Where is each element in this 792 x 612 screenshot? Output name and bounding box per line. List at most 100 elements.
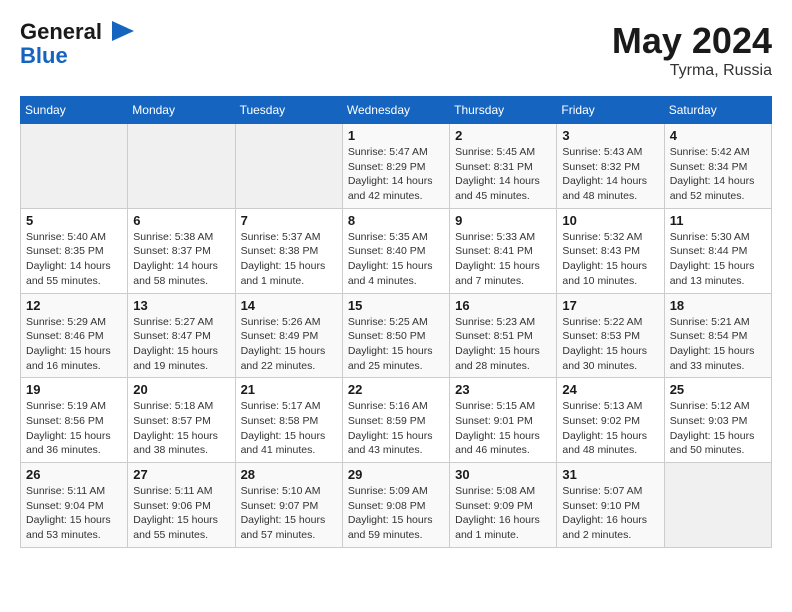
day-info: Sunrise: 5:42 AMSunset: 8:34 PMDaylight:…: [670, 145, 766, 204]
day-number: 4: [670, 128, 766, 143]
day-number: 18: [670, 298, 766, 313]
day-cell: 8 Sunrise: 5:35 AMSunset: 8:40 PMDaylight…: [342, 208, 449, 293]
day-number: 29: [348, 467, 444, 482]
header-thursday: Thursday: [450, 97, 557, 124]
calendar-location: Tyrma, Russia: [612, 62, 772, 80]
header-sunday: Sunday: [21, 97, 128, 124]
page-header: General Blue May 2024 Tyrma, Russia: [20, 20, 772, 80]
header-tuesday: Tuesday: [235, 97, 342, 124]
day-number: 24: [562, 382, 658, 397]
day-cell: 13Sunrise: 5:27 AMSunset: 8:47 PMDayligh…: [128, 293, 235, 378]
day-info: Sunrise: 5:29 AMSunset: 8:46 PMDaylight:…: [26, 315, 122, 374]
day-cell: [21, 124, 128, 209]
day-number: 23: [455, 382, 551, 397]
day-number: 7: [241, 213, 337, 228]
day-cell: 20 Sunrise: 5:18 AMSunset: 8:57 PMDayligh…: [128, 378, 235, 463]
day-info: Sunrise: 5:08 AMSunset: 9:09 PMDaylight:…: [455, 484, 551, 543]
day-cell: 12 Sunrise: 5:29 AMSunset: 8:46 PMDayligh…: [21, 293, 128, 378]
day-number: 28: [241, 467, 337, 482]
day-number: 19: [26, 382, 122, 397]
day-info: Sunrise: 5:30 AMSunset: 8:44 PMDaylight:…: [670, 230, 766, 289]
day-number: 2: [455, 128, 551, 143]
day-number: 27: [133, 467, 229, 482]
day-info: Sunrise: 5:21 AMSunset: 8:54 PMDaylight:…: [670, 315, 766, 374]
day-info: Sunrise: 5:11 AMSunset: 9:04 PMDaylight:…: [26, 484, 122, 543]
day-cell: 23 Sunrise: 5:15 AMSunset: 9:01 PMDayligh…: [450, 378, 557, 463]
day-cell: 11Sunrise: 5:30 AMSunset: 8:44 PMDayligh…: [664, 208, 771, 293]
day-number: 5: [26, 213, 122, 228]
week-row-5: 26 Sunrise: 5:11 AMSunset: 9:04 PMDayligh…: [21, 463, 772, 548]
day-info: Sunrise: 5:25 AMSunset: 8:50 PMDaylight:…: [348, 315, 444, 374]
day-cell: 3 Sunrise: 5:43 AMSunset: 8:32 PMDaylight…: [557, 124, 664, 209]
day-info: Sunrise: 5:37 AMSunset: 8:38 PMDaylight:…: [241, 230, 337, 289]
day-cell: 19Sunrise: 5:19 AMSunset: 8:56 PMDayligh…: [21, 378, 128, 463]
day-info: Sunrise: 5:09 AMSunset: 9:08 PMDaylight:…: [348, 484, 444, 543]
day-cell: 6 Sunrise: 5:38 AMSunset: 8:37 PMDaylight…: [128, 208, 235, 293]
logo-blue: Blue: [20, 44, 68, 68]
day-info: Sunrise: 5:35 AMSunset: 8:40 PMDaylight:…: [348, 230, 444, 289]
day-number: 6: [133, 213, 229, 228]
day-number: 17: [562, 298, 658, 313]
title-block: May 2024 Tyrma, Russia: [612, 20, 772, 80]
day-cell: 10Sunrise: 5:32 AMSunset: 8:43 PMDayligh…: [557, 208, 664, 293]
day-info: Sunrise: 5:12 AMSunset: 9:03 PMDaylight:…: [670, 399, 766, 458]
day-cell: [235, 124, 342, 209]
day-number: 9: [455, 213, 551, 228]
day-info: Sunrise: 5:17 AMSunset: 8:58 PMDaylight:…: [241, 399, 337, 458]
day-cell: 14Sunrise: 5:26 AMSunset: 8:49 PMDayligh…: [235, 293, 342, 378]
header-friday: Friday: [557, 97, 664, 124]
day-cell: 25 Sunrise: 5:12 AMSunset: 9:03 PMDayligh…: [664, 378, 771, 463]
day-info: Sunrise: 5:16 AMSunset: 8:59 PMDaylight:…: [348, 399, 444, 458]
day-info: Sunrise: 5:43 AMSunset: 8:32 PMDaylight:…: [562, 145, 658, 204]
day-info: Sunrise: 5:13 AMSunset: 9:02 PMDaylight:…: [562, 399, 658, 458]
day-info: Sunrise: 5:45 AMSunset: 8:31 PMDaylight:…: [455, 145, 551, 204]
calendar-header-row: Sunday Monday Tuesday Wednesday Thursday…: [21, 97, 772, 124]
day-info: Sunrise: 5:18 AMSunset: 8:57 PMDaylight:…: [133, 399, 229, 458]
day-info: Sunrise: 5:11 AMSunset: 9:06 PMDaylight:…: [133, 484, 229, 543]
day-info: Sunrise: 5:27 AMSunset: 8:47 PMDaylight:…: [133, 315, 229, 374]
day-cell: 22 Sunrise: 5:16 AMSunset: 8:59 PMDayligh…: [342, 378, 449, 463]
day-cell: 15 Sunrise: 5:25 AMSunset: 8:50 PMDayligh…: [342, 293, 449, 378]
day-cell: 7 Sunrise: 5:37 AMSunset: 8:38 PMDaylight…: [235, 208, 342, 293]
calendar-title: May 2024: [612, 20, 772, 62]
day-cell: 30Sunrise: 5:08 AMSunset: 9:09 PMDayligh…: [450, 463, 557, 548]
day-cell: 1 Sunrise: 5:47 AMSunset: 8:29 PMDaylight…: [342, 124, 449, 209]
day-info: Sunrise: 5:07 AMSunset: 9:10 PMDaylight:…: [562, 484, 658, 543]
day-cell: 9 Sunrise: 5:33 AMSunset: 8:41 PMDaylight…: [450, 208, 557, 293]
day-info: Sunrise: 5:10 AMSunset: 9:07 PMDaylight:…: [241, 484, 337, 543]
header-monday: Monday: [128, 97, 235, 124]
week-row-2: 5Sunrise: 5:40 AMSunset: 8:35 PMDaylight…: [21, 208, 772, 293]
day-info: Sunrise: 5:33 AMSunset: 8:41 PMDaylight:…: [455, 230, 551, 289]
day-info: Sunrise: 5:47 AMSunset: 8:29 PMDaylight:…: [348, 145, 444, 204]
day-number: 3: [562, 128, 658, 143]
day-number: 14: [241, 298, 337, 313]
day-info: Sunrise: 5:15 AMSunset: 9:01 PMDaylight:…: [455, 399, 551, 458]
day-number: 15: [348, 298, 444, 313]
day-cell: [664, 463, 771, 548]
day-number: 22: [348, 382, 444, 397]
day-number: 8: [348, 213, 444, 228]
day-cell: 18 Sunrise: 5:21 AMSunset: 8:54 PMDayligh…: [664, 293, 771, 378]
day-cell: 16Sunrise: 5:23 AMSunset: 8:51 PMDayligh…: [450, 293, 557, 378]
logo-text: General: [20, 20, 102, 44]
day-number: 20: [133, 382, 229, 397]
week-row-4: 19Sunrise: 5:19 AMSunset: 8:56 PMDayligh…: [21, 378, 772, 463]
header-wednesday: Wednesday: [342, 97, 449, 124]
day-info: Sunrise: 5:38 AMSunset: 8:37 PMDaylight:…: [133, 230, 229, 289]
header-saturday: Saturday: [664, 97, 771, 124]
day-number: 26: [26, 467, 122, 482]
day-info: Sunrise: 5:22 AMSunset: 8:53 PMDaylight:…: [562, 315, 658, 374]
day-number: 25: [670, 382, 766, 397]
day-number: 12: [26, 298, 122, 313]
day-number: 16: [455, 298, 551, 313]
day-number: 21: [241, 382, 337, 397]
day-cell: 29 Sunrise: 5:09 AMSunset: 9:08 PMDayligh…: [342, 463, 449, 548]
day-cell: 2 Sunrise: 5:45 AMSunset: 8:31 PMDaylight…: [450, 124, 557, 209]
day-cell: 24 Sunrise: 5:13 AMSunset: 9:02 PMDayligh…: [557, 378, 664, 463]
day-cell: 26 Sunrise: 5:11 AMSunset: 9:04 PMDayligh…: [21, 463, 128, 548]
day-cell: 5Sunrise: 5:40 AMSunset: 8:35 PMDaylight…: [21, 208, 128, 293]
day-number: 1: [348, 128, 444, 143]
logo: General Blue: [20, 20, 134, 68]
day-number: 31: [562, 467, 658, 482]
day-cell: 27 Sunrise: 5:11 AMSunset: 9:06 PMDayligh…: [128, 463, 235, 548]
